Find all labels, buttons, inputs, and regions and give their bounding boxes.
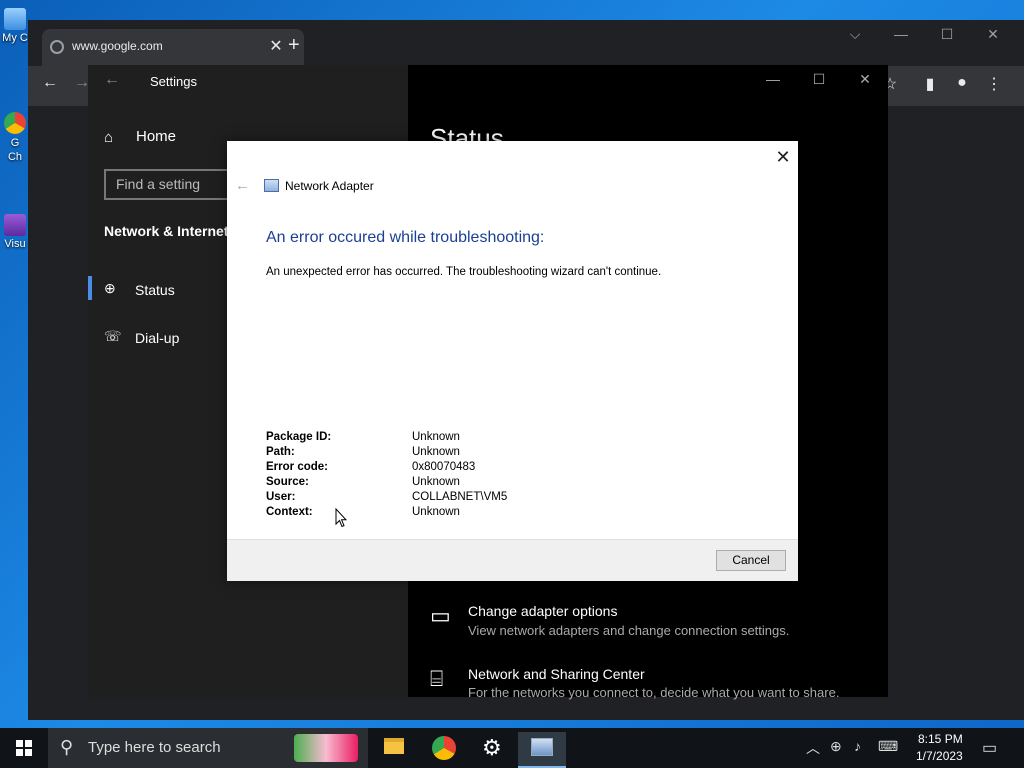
back-arrow-icon[interactable]: ←: [104, 71, 120, 89]
detail-value: Unknown: [412, 506, 460, 518]
dialog-title: Network Adapter: [285, 179, 374, 193]
desktop-icon-google-chrome[interactable]: G Ch: [0, 112, 30, 164]
clock-time[interactable]: 8:15 PM: [918, 732, 963, 746]
tab-search-icon[interactable]: ⌵: [832, 26, 878, 43]
close-icon[interactable]: ✕: [773, 147, 793, 168]
settings-taskbar-button[interactable]: ⚙: [468, 732, 516, 764]
desktop-icon-my-computer[interactable]: My C: [0, 8, 30, 44]
option-description: View network adapters and change connect…: [468, 623, 790, 638]
search-placeholder: Find a setting: [116, 176, 201, 192]
close-window-icon[interactable]: ✕: [842, 71, 888, 88]
adapter-icon: ▭: [430, 603, 451, 628]
troubleshooter-taskbar-button[interactable]: [518, 732, 566, 768]
detail-key: Package ID:: [266, 431, 332, 443]
chrome-tab-bar: www.google.com ✕ + ⌵ — ☐ ✕: [28, 20, 1024, 66]
detail-key: User:: [266, 491, 296, 503]
back-arrow-icon[interactable]: ←: [235, 177, 250, 194]
search-placeholder: Type here to search: [88, 739, 221, 756]
detail-value: COLLABNET\VM5: [412, 491, 508, 503]
keyboard-icon[interactable]: ⌨: [878, 738, 898, 755]
browser-tab[interactable]: www.google.com ✕: [42, 29, 304, 66]
side-panel-icon[interactable]: ▮: [918, 74, 942, 94]
window-title: Settings: [150, 74, 197, 89]
desktop-icon-label: G Ch: [7, 137, 23, 163]
chrome-taskbar-button[interactable]: [420, 732, 468, 764]
globe-icon: ⊕: [104, 280, 116, 296]
chrome-icon: [432, 736, 456, 760]
clock-date[interactable]: 1/7/2023: [916, 749, 963, 763]
home-icon: ⌂: [104, 129, 114, 146]
change-adapter-options-link[interactable]: Change adapter options: [468, 603, 617, 619]
cancel-button[interactable]: Cancel: [716, 550, 786, 571]
network-sharing-center-link[interactable]: Network and Sharing Center: [468, 666, 645, 682]
section-heading: Network & Internet: [104, 223, 229, 239]
desktop-icon-label: Visu: [4, 238, 26, 250]
search-icon: ⚲: [60, 737, 74, 757]
detail-key: Path:: [266, 446, 295, 458]
detail-value: Unknown: [412, 446, 460, 458]
dial-up-icon: ☏: [104, 328, 122, 344]
minimize-icon[interactable]: —: [750, 71, 796, 87]
network-adapter-icon: [531, 738, 553, 756]
close-window-icon[interactable]: ✕: [970, 26, 1016, 43]
detail-key: Context:: [266, 506, 313, 518]
network-sharing-icon: ⌸: [430, 666, 444, 691]
back-arrow-icon[interactable]: ←: [38, 74, 62, 92]
error-message: An unexpected error has occurred. The tr…: [266, 266, 662, 278]
windows-start-icon[interactable]: [0, 728, 48, 768]
computer-icon: [4, 8, 26, 30]
visual-studio-icon: [4, 214, 26, 236]
taskbar-search-box[interactable]: ⚲ Type here to search: [48, 728, 368, 768]
network-globe-icon[interactable]: ⊕: [830, 738, 842, 755]
minimize-icon[interactable]: —: [878, 26, 924, 42]
tab-title: www.google.com: [72, 39, 163, 53]
globe-icon: [50, 40, 64, 54]
maximize-icon[interactable]: ☐: [796, 71, 842, 88]
network-adapter-icon: [264, 179, 279, 192]
new-tab-button[interactable]: +: [288, 34, 300, 57]
error-heading: An error occured while troubleshooting:: [266, 229, 545, 246]
chrome-icon: [4, 112, 26, 134]
file-explorer-taskbar-button[interactable]: [370, 732, 418, 764]
nav-item-status[interactable]: Status: [135, 282, 175, 298]
troubleshooter-dialog: ✕ ← Network Adapter An error occured whi…: [227, 141, 798, 581]
close-tab-icon[interactable]: ✕: [267, 36, 285, 56]
detail-key: Source:: [266, 476, 309, 488]
gear-icon: ⚙: [482, 735, 502, 760]
selection-indicator: [88, 276, 92, 300]
volume-icon[interactable]: ♪: [854, 738, 861, 754]
detail-value: 0x80070483: [412, 461, 476, 473]
desktop-icon-label: My C: [2, 32, 28, 44]
taskbar: ⚲ Type here to search ⚙ ︿ ⊕ ♪ ⌨ 8:15 PM …: [0, 728, 1024, 768]
show-hidden-icons-icon[interactable]: ︿: [806, 738, 820, 758]
profile-icon[interactable]: ●: [950, 74, 974, 92]
maximize-icon[interactable]: ☐: [924, 26, 970, 43]
detail-value: Unknown: [412, 431, 460, 443]
menu-dots-icon[interactable]: ⋮: [982, 74, 1006, 94]
option-description: For the networks you connect to, decide …: [468, 685, 840, 700]
dialog-footer: Cancel: [227, 539, 798, 581]
detail-key: Error code:: [266, 461, 328, 473]
search-highlight-image: [294, 734, 358, 762]
desktop-icon-visual-studio[interactable]: Visu: [0, 214, 30, 250]
home-link[interactable]: Home: [136, 128, 176, 145]
detail-value: Unknown: [412, 476, 460, 488]
nav-item-dial-up[interactable]: Dial-up: [135, 330, 179, 346]
folder-icon: [384, 738, 404, 754]
mouse-cursor-icon: [335, 508, 347, 528]
notifications-icon[interactable]: ▭: [982, 738, 997, 758]
